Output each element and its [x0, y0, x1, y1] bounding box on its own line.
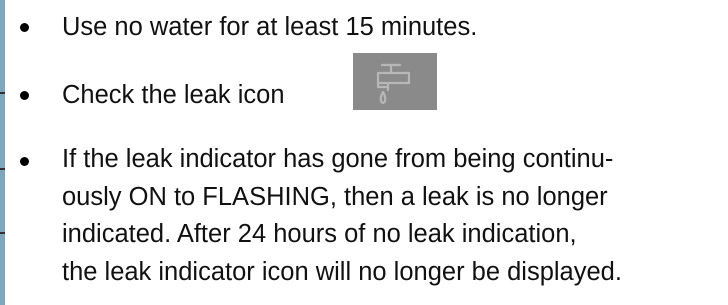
list-item-line: If the leak indicator has gone from bein… [62, 145, 614, 173]
list-item-line: indicated. After 24 hours of no leak ind… [62, 220, 577, 248]
faucet-drip-icon [353, 53, 437, 110]
bullet-dot [20, 157, 29, 166]
bullet-dot [20, 91, 29, 100]
instruction-list: Use no water for at least 15 minutes. Ch… [0, 0, 728, 305]
bullet-dot [20, 23, 29, 32]
list-item-text: Check the leak icon [62, 81, 285, 109]
list-item-line: the leak indicator icon will no longer b… [62, 258, 622, 286]
list-item-line: ously ON to FLASHING, then a leak is no … [62, 183, 608, 211]
list-item-text: Use no water for at least 15 minutes. [62, 13, 478, 41]
